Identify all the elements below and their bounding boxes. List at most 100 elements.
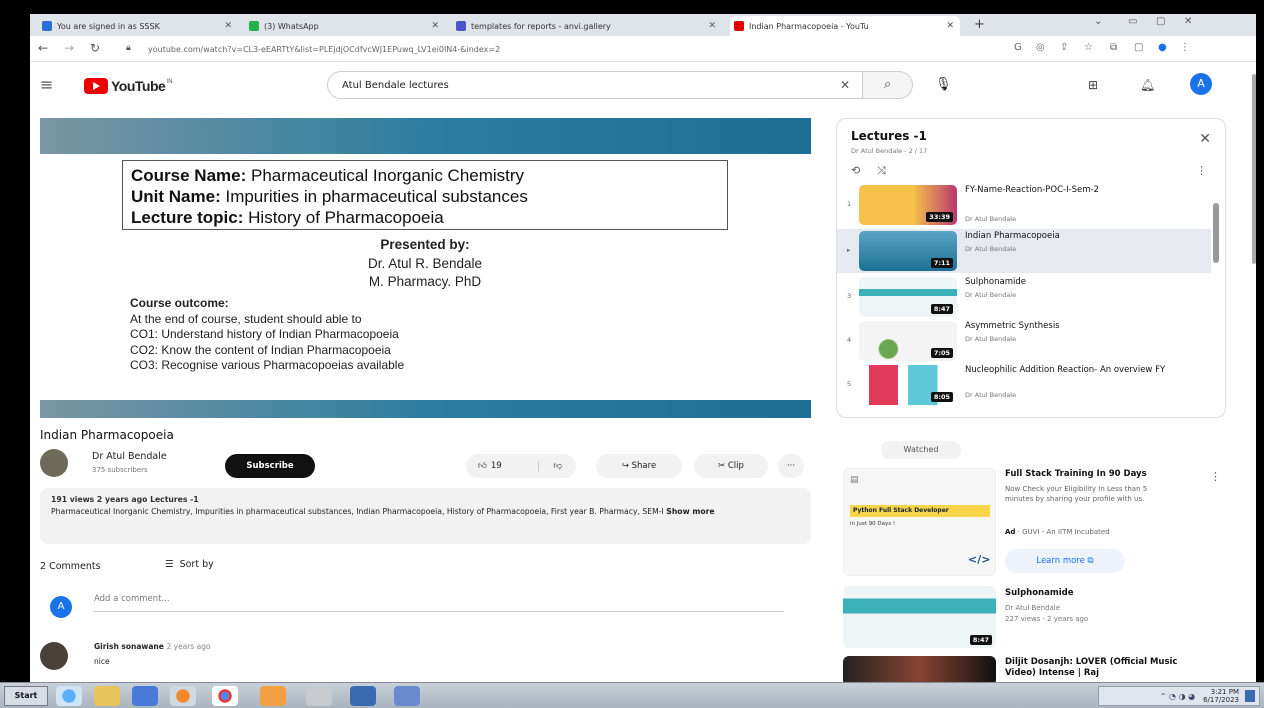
playlist-item-author: Dr Atul Bendale — [965, 245, 1017, 253]
hamburger-menu-icon[interactable]: ≡ — [40, 75, 53, 94]
url-text: youtube.com/watch?v=CL3-eEARTtY&list=PLE… — [148, 44, 501, 54]
forward-icon[interactable]: → — [64, 41, 74, 55]
presenter-name: Dr. Atul R. Bendale — [367, 255, 483, 271]
ie-icon[interactable] — [56, 686, 82, 706]
maximize-icon[interactable]: ▢ — [1156, 16, 1165, 27]
kebab-menu-icon[interactable]: ⋮ — [1180, 42, 1190, 53]
more-actions-button[interactable]: ··· — [778, 454, 804, 478]
app-icon[interactable] — [260, 686, 286, 706]
close-playlist-icon[interactable]: ✕ — [1199, 131, 1211, 147]
share-page-icon[interactable]: ⇪ — [1060, 42, 1068, 53]
tab-4[interactable]: Indian Pharmacopoeia - YouTu ✕ — [730, 16, 960, 36]
ad-thumbnail[interactable]: ▤ Python Full Stack Developer in Just 90… — [843, 468, 996, 576]
playlist-item[interactable]: 4 7:05 Asymmetric Synthesis Dr Atul Bend… — [837, 319, 1211, 363]
search-input[interactable]: Atul Bendale lectures ✕ — [327, 71, 863, 99]
profile-icon[interactable]: ● — [1158, 42, 1167, 53]
share-button[interactable]: ↪ Share — [596, 454, 682, 478]
url-field[interactable]: youtube.com/watch?v=CL3-eEARTtY&list=PLE… — [148, 41, 1008, 57]
filter-chip-watched[interactable]: Watched — [881, 441, 961, 459]
extensions-icon[interactable]: ⧉ — [1110, 42, 1117, 53]
chrome-icon[interactable] — [212, 686, 238, 706]
window-close-icon[interactable]: ✕ — [1184, 16, 1192, 27]
comment-author-avatar[interactable] — [40, 642, 68, 670]
clock-time: 3:21 PM — [1210, 688, 1239, 696]
search-button[interactable]: ⌕ — [863, 71, 913, 99]
playlist-menu-icon[interactable]: ⋮ — [1196, 164, 1207, 177]
tab-search-icon[interactable]: ⌄ — [1094, 16, 1102, 27]
playlist-title[interactable]: Lectures -1 — [851, 129, 927, 143]
description-box[interactable]: 191 views 2 years ago Lectures -1 Pharma… — [40, 488, 811, 544]
dislike-icon[interactable]: 👎︎ — [538, 461, 562, 471]
clip-button[interactable]: ✂ Clip — [694, 454, 768, 478]
shuffle-icon[interactable]: ⤨ — [877, 164, 886, 178]
reading-list-icon[interactable]: ▢ — [1134, 42, 1143, 53]
close-icon[interactable]: ✕ — [431, 21, 439, 31]
google-icon[interactable]: G — [1014, 42, 1022, 53]
playlist-item[interactable]: 5 8:05 Nucleophilic Addition Reaction- A… — [837, 363, 1211, 407]
description-meta: 191 views 2 years ago Lectures -1 — [51, 495, 199, 504]
slide-course-box: Course Name: Pharmaceutical Inorganic Ch… — [122, 160, 728, 230]
learn-more-button[interactable]: Learn more ⧉ — [1005, 549, 1125, 573]
playlist-scrollbar[interactable] — [1213, 203, 1219, 263]
rec-author[interactable]: Dr Atul Bendale — [1005, 604, 1060, 612]
close-icon[interactable]: ✕ — [708, 21, 716, 31]
learn-more-label: Learn more — [1036, 556, 1085, 566]
show-desktop-icon[interactable] — [1245, 690, 1255, 702]
account-avatar[interactable]: A — [1190, 73, 1212, 95]
scissors-icon: ✂ — [718, 461, 726, 471]
close-icon[interactable]: ✕ — [946, 21, 954, 31]
tab-3[interactable]: templates for reports - anvi.gallery ✕ — [452, 16, 722, 36]
loop-icon[interactable]: ⟲ — [851, 164, 860, 177]
bookmark-star-icon[interactable]: ☆ — [1084, 42, 1093, 53]
playlist-item[interactable]: 1 33:39 FY-Name-Reaction-POC-I-Sem-2 Dr … — [837, 183, 1211, 227]
folder-icon[interactable] — [94, 686, 120, 706]
commenter-letter: A — [57, 601, 65, 612]
tab-1[interactable]: You are signed in as SSSK ✕ — [38, 16, 238, 36]
clock[interactable]: 3:21 PM 6/17/2023 — [1203, 688, 1239, 704]
tray-icons[interactable]: ⌃ ◔ ◑ ◕ — [1160, 692, 1195, 701]
tab-2[interactable]: (3) WhatsApp ✕ — [245, 16, 445, 36]
video-player[interactable]: Course Name: Pharmaceutical Inorganic Ch… — [40, 118, 811, 418]
create-video-icon[interactable]: ⊞ — [1088, 78, 1098, 92]
playlist-item[interactable]: 3 8:47 Sulphonamide Dr Atul Bendale — [837, 275, 1211, 319]
channel-name[interactable]: Dr Atul Bendale — [92, 451, 167, 462]
slide-bottom-band — [40, 400, 811, 418]
rec-title[interactable]: Diljit Dosanjh: LOVER (Official Music Vi… — [1005, 657, 1205, 679]
rec-thumbnail[interactable]: 8:47 — [843, 586, 996, 648]
page-scrollbar[interactable] — [1252, 74, 1256, 264]
ad-menu-icon[interactable]: ⋮ — [1210, 470, 1221, 483]
minimize-icon[interactable]: ▭ — [1128, 16, 1137, 27]
image-icon[interactable] — [350, 686, 376, 706]
subscribe-button[interactable]: Subscribe — [225, 454, 315, 478]
youtube-logo[interactable]: YouTube IN — [84, 78, 173, 94]
reload-icon[interactable]: ↻ — [90, 41, 100, 55]
microphone-icon[interactable]: 🎙︎ — [935, 77, 952, 92]
media-icon[interactable] — [132, 686, 158, 706]
comment-time[interactable]: 2 years ago — [166, 642, 210, 651]
subscriber-count: 375 subscribers — [92, 466, 148, 474]
camera-icon[interactable] — [306, 686, 332, 706]
firefox-icon[interactable] — [170, 686, 196, 706]
like-icon[interactable]: 👍︎ — [478, 461, 487, 471]
ad-title[interactable]: Full Stack Training In 90 Days — [1005, 469, 1147, 479]
add-comment-input[interactable]: Add a comment... — [94, 594, 784, 612]
youtube-play-icon — [84, 78, 108, 94]
playlist-item-index: 1 — [847, 200, 852, 208]
window-icon[interactable] — [394, 686, 420, 706]
new-tab-icon[interactable]: + — [974, 17, 985, 32]
sort-by-button[interactable]: ☰ Sort by — [165, 559, 214, 570]
clock-date: 6/17/2023 — [1203, 696, 1239, 704]
channel-avatar[interactable] — [40, 449, 68, 477]
back-icon[interactable]: ← — [38, 41, 48, 55]
show-more-link[interactable]: Show more — [666, 507, 714, 516]
lens-icon[interactable]: ◎ — [1036, 42, 1045, 53]
playlist-item-current[interactable]: ▸ 7:11 Indian Pharmacopoeia Dr Atul Bend… — [837, 229, 1211, 273]
notifications-bell-icon[interactable]: 🔔︎ — [1140, 78, 1155, 92]
rec-title[interactable]: Sulphonamide — [1005, 588, 1205, 599]
start-button[interactable]: Start — [4, 686, 48, 706]
close-icon[interactable]: ✕ — [224, 21, 232, 31]
start-label: Start — [14, 691, 38, 700]
comment-author[interactable]: Girish sonawane — [94, 642, 164, 651]
rec-thumbnail[interactable] — [843, 656, 996, 682]
clear-search-icon[interactable]: ✕ — [840, 78, 850, 92]
